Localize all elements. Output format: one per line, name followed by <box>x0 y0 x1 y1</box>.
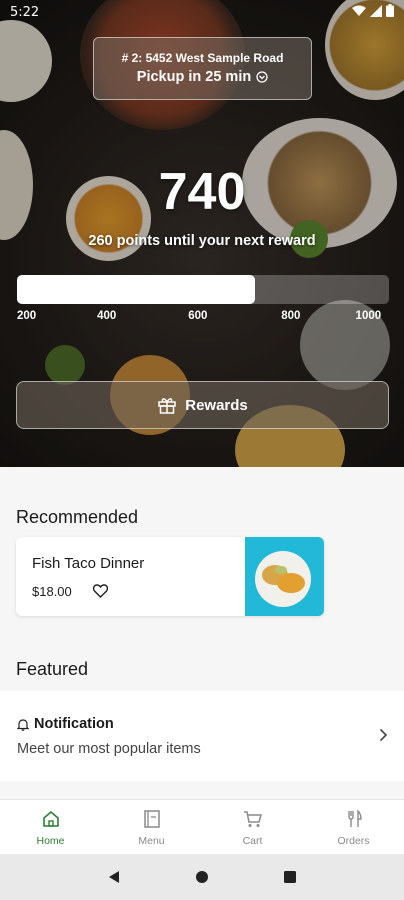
progress-tick-label: 200 <box>17 310 37 322</box>
gift-icon <box>158 398 176 414</box>
progress-ticks: 200 400 600 800 1000 <box>17 310 389 326</box>
status-time: 5:22 <box>10 5 40 20</box>
rewards-button[interactable]: Rewards <box>16 381 389 429</box>
rewards-progress-fill <box>17 275 256 304</box>
cart-icon <box>243 811 262 827</box>
status-icons <box>352 4 394 17</box>
progress-tick-label: 400 <box>97 310 117 322</box>
nav-cart[interactable]: Cart <box>202 800 303 854</box>
item-price: $18.00 <box>32 584 72 599</box>
status-bar: 5:22 <box>0 0 404 26</box>
home-icon <box>42 810 59 827</box>
item-name: Fish Taco Dinner <box>32 555 145 572</box>
system-navigation-bar <box>0 854 404 900</box>
heart-icon[interactable] <box>93 584 108 598</box>
chevron-right-icon <box>379 728 388 742</box>
bell-icon <box>17 718 29 731</box>
store-selector[interactable]: # 2: 5452 West Sample Road Pickup in 25 … <box>93 37 312 100</box>
nav-orders[interactable]: Orders <box>303 800 404 854</box>
signal-icon <box>370 4 382 17</box>
recommended-item-card[interactable]: Fish Taco Dinner $18.00 <box>16 537 324 616</box>
points-balance: 740 <box>158 163 246 221</box>
pickup-time: Pickup in 25 min <box>94 69 311 85</box>
battery-icon <box>386 4 394 17</box>
nav-home[interactable]: Home <box>0 800 101 854</box>
nav-home-label: Home <box>36 835 65 847</box>
wifi-icon <box>352 5 366 16</box>
pickup-text: Pickup in 25 min <box>136 69 252 85</box>
featured-title: Featured <box>16 659 89 679</box>
notification-title: Notification <box>34 716 114 732</box>
back-icon[interactable] <box>107 870 121 884</box>
notification-title-row: Notification <box>17 716 114 732</box>
nav-cart-label: Cart <box>242 835 263 847</box>
recommended-title: Recommended <box>16 507 139 527</box>
points-until-reward: 260 points until your next reward <box>88 233 316 249</box>
recents-icon[interactable] <box>283 870 297 884</box>
progress-tick-label: 600 <box>188 310 208 322</box>
bottom-navigation: Home Menu Cart Orders <box>0 799 404 854</box>
item-image <box>245 537 324 616</box>
nav-menu-label: Menu <box>138 835 165 847</box>
nav-orders-label: Orders <box>337 835 370 847</box>
rewards-button-label: Rewards <box>185 396 248 414</box>
utensils-icon <box>347 809 362 827</box>
progress-tick-label: 1000 <box>355 310 382 322</box>
notification-subtitle: Meet our most popular items <box>17 741 201 757</box>
hero-banner: 5:22 # 2: 5452 West Sample Road Pickup i… <box>0 0 404 467</box>
progress-tick-label: 800 <box>281 310 301 322</box>
menu-book-icon <box>143 810 160 828</box>
rewards-progress-bar <box>17 275 389 304</box>
home-button-icon[interactable] <box>195 870 209 884</box>
nav-menu[interactable]: Menu <box>101 800 202 854</box>
store-address: # 2: 5452 West Sample Road <box>121 51 284 65</box>
chevron-down-circle-icon <box>256 71 268 83</box>
featured-notification-card[interactable]: Notification Meet our most popular items <box>0 691 404 781</box>
